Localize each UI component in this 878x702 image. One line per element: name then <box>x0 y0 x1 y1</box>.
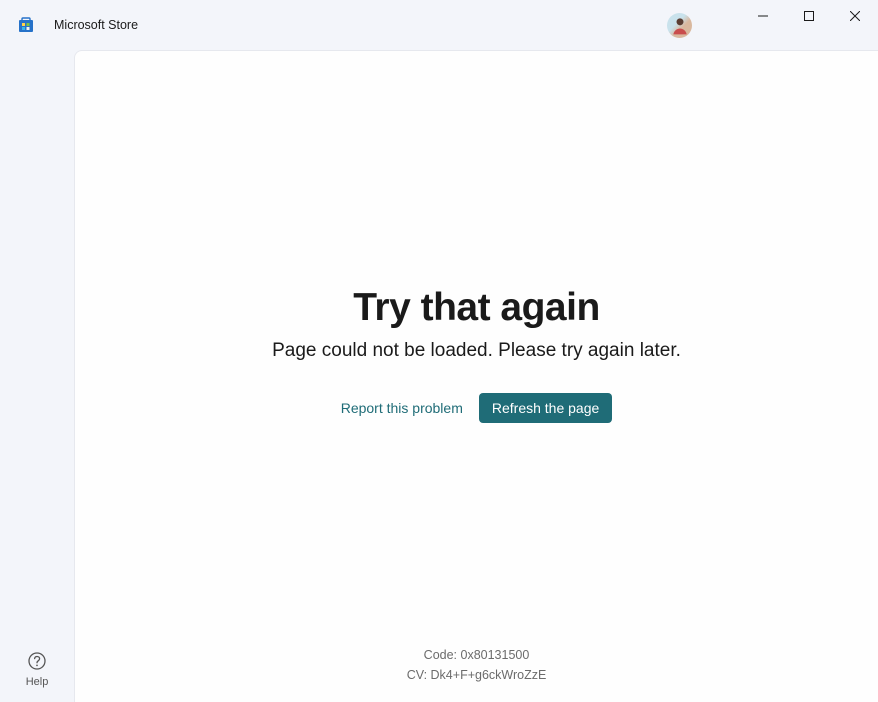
refresh-page-button[interactable]: Refresh the page <box>479 393 612 423</box>
minimize-button[interactable] <box>740 0 786 32</box>
app-title: Microsoft Store <box>54 18 138 32</box>
user-avatar[interactable] <box>667 13 692 38</box>
help-icon <box>28 652 46 670</box>
error-code: Code: 0x80131500 <box>424 648 530 662</box>
sidebar: Help <box>0 50 74 702</box>
help-label: Help <box>26 676 49 688</box>
sidebar-help[interactable]: Help <box>0 652 74 688</box>
close-button[interactable] <box>832 0 878 32</box>
maximize-button[interactable] <box>786 0 832 32</box>
error-message: Try that again Page could not be loaded.… <box>75 286 878 423</box>
error-title: Try that again <box>353 286 600 330</box>
titlebar: Microsoft Store <box>0 0 878 50</box>
content-pane: Try that again Page could not be loaded.… <box>74 50 878 702</box>
window-controls <box>740 0 878 32</box>
app-icon <box>18 17 34 33</box>
error-actions: Report this problem Refresh the page <box>341 393 613 423</box>
layout: Help Try that again Page could not be lo… <box>0 50 878 702</box>
error-footer: Code: 0x80131500 CV: Dk4+F+g6ckWroZzE <box>75 648 878 682</box>
report-problem-link[interactable]: Report this problem <box>341 400 463 416</box>
error-subtitle: Page could not be loaded. Please try aga… <box>272 340 681 362</box>
error-cv: CV: Dk4+F+g6ckWroZzE <box>407 668 547 682</box>
